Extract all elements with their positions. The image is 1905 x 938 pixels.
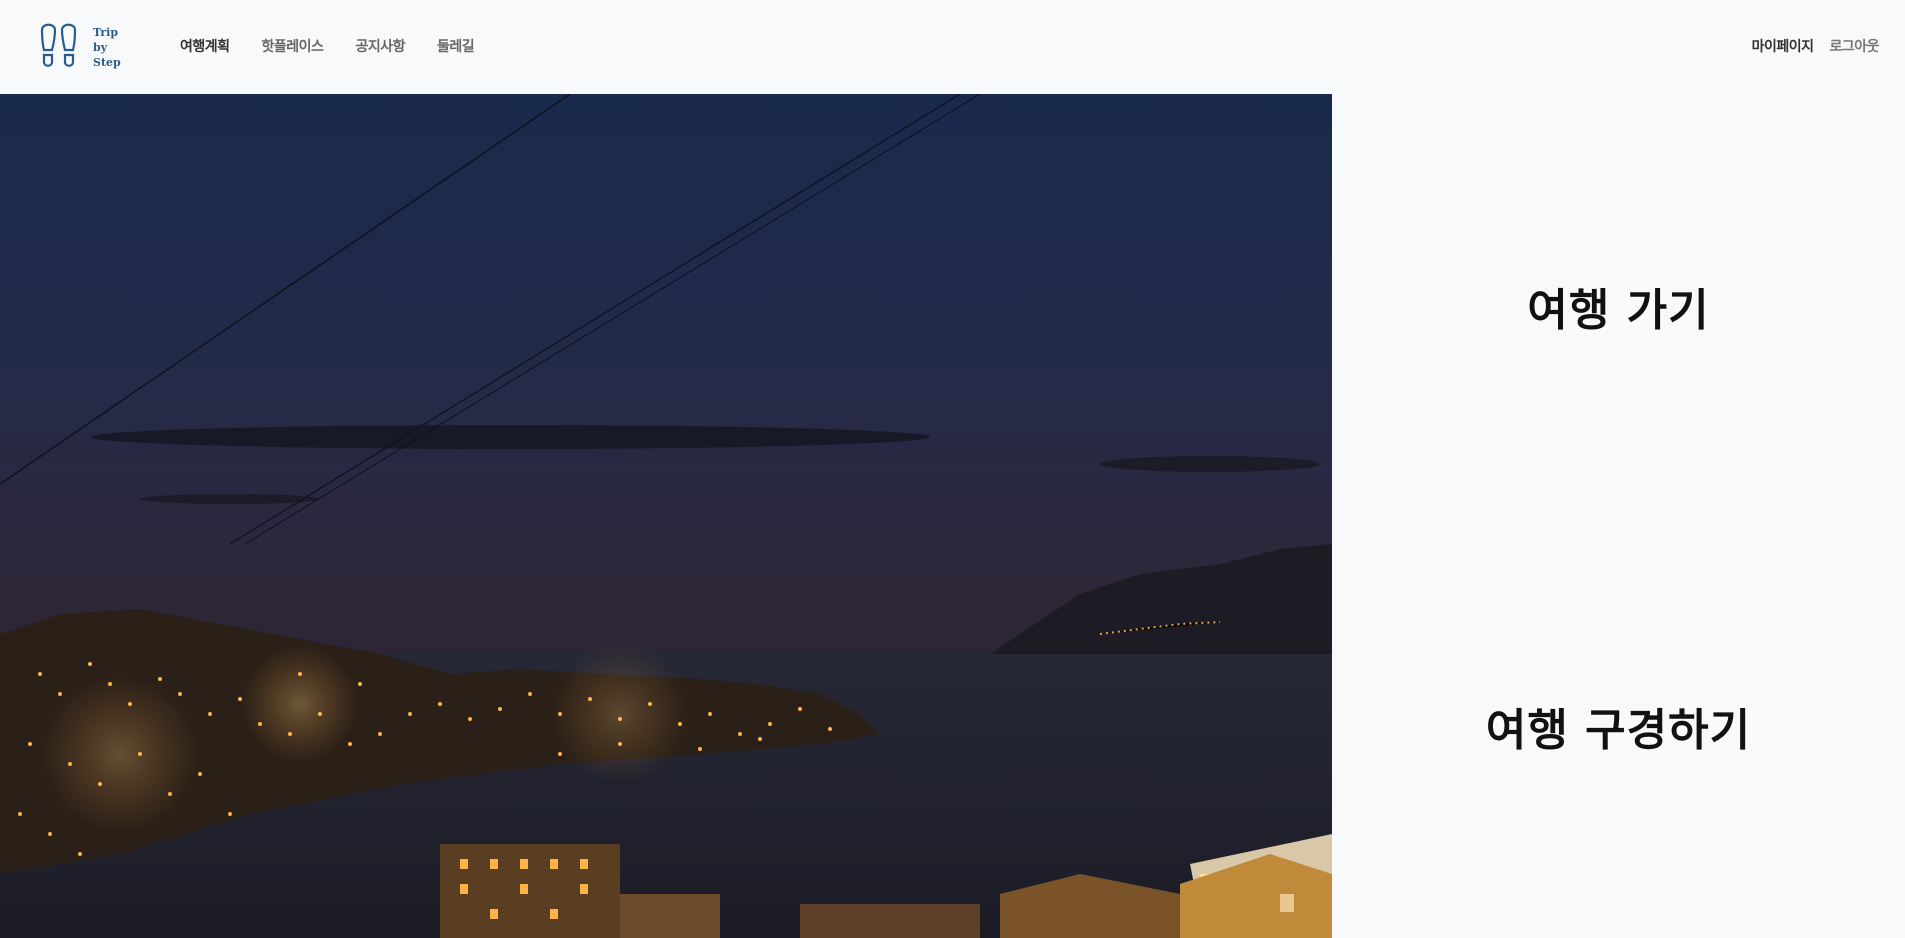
hero-image	[0, 94, 1332, 938]
main-nav: 여행계획 핫플레이스 공지사항 둘레길	[180, 36, 475, 56]
logo-line-1: Trip	[93, 26, 119, 39]
go-trip-link[interactable]: 여행 가기	[1332, 274, 1905, 338]
footprints-icon	[40, 23, 77, 67]
user-nav: 마이페이지 로그아웃	[1752, 36, 1880, 56]
night-harbor-city-photo	[0, 94, 1332, 938]
logout-link[interactable]: 로그아웃	[1829, 36, 1879, 56]
logo-line-3: Step	[93, 56, 121, 69]
logo[interactable]: Trip by Step	[38, 22, 128, 72]
header: Trip by Step 여행계획 핫플레이스 공지사항 둘레길 마이페이지 로…	[0, 0, 1905, 94]
nav-item-notice[interactable]: 공지사항	[355, 36, 405, 56]
logo-line-2: by	[93, 41, 108, 54]
nav-item-trail[interactable]: 둘레길	[437, 36, 475, 56]
side-panel: 여행 가기 여행 구경하기	[1332, 94, 1905, 938]
nav-item-hot-place[interactable]: 핫플레이스	[262, 36, 324, 56]
nav-item-trip-plan[interactable]: 여행계획	[180, 36, 230, 56]
mypage-link[interactable]: 마이페이지	[1752, 36, 1814, 56]
logo-text: Trip by Step	[93, 25, 121, 70]
browse-trip-link[interactable]: 여행 구경하기	[1332, 694, 1905, 758]
